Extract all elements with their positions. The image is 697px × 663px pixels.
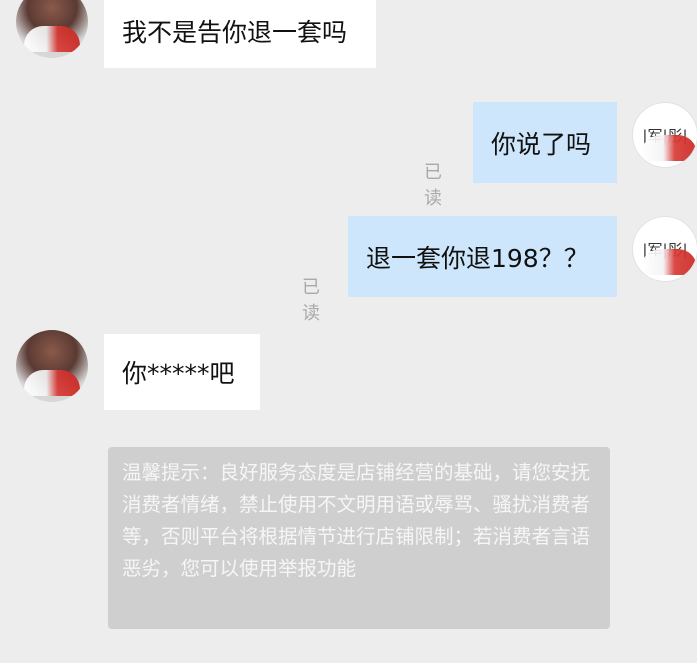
message-bubble[interactable]: 退一套你退198？？: [348, 216, 617, 297]
message-bubble[interactable]: 我不是告你退一套吗: [104, 0, 376, 68]
message-bubble[interactable]: 你说了吗: [473, 102, 617, 183]
read-status: 已读: [424, 162, 442, 209]
my-avatar[interactable]: |军|彤|: [632, 216, 697, 282]
chat-window: 我不是告你退一套吗 已读 你说了吗 |军|彤| 已读 退一套你退198？？ |军…: [0, 0, 697, 663]
message-bubble[interactable]: 你*****吧: [104, 334, 260, 410]
contact-avatar[interactable]: [16, 330, 88, 402]
my-avatar[interactable]: |军|彤|: [632, 102, 697, 168]
system-notice: 温馨提示：良好服务态度是店铺经营的基础，请您安抚消费者情绪，禁止使用不文明用语或…: [108, 447, 610, 629]
contact-avatar[interactable]: [16, 0, 88, 58]
read-status: 已读: [302, 277, 320, 324]
system-notice-text: 温馨提示：良好服务态度是店铺经营的基础，请您安抚消费者情绪，禁止使用不文明用语或…: [122, 461, 591, 580]
